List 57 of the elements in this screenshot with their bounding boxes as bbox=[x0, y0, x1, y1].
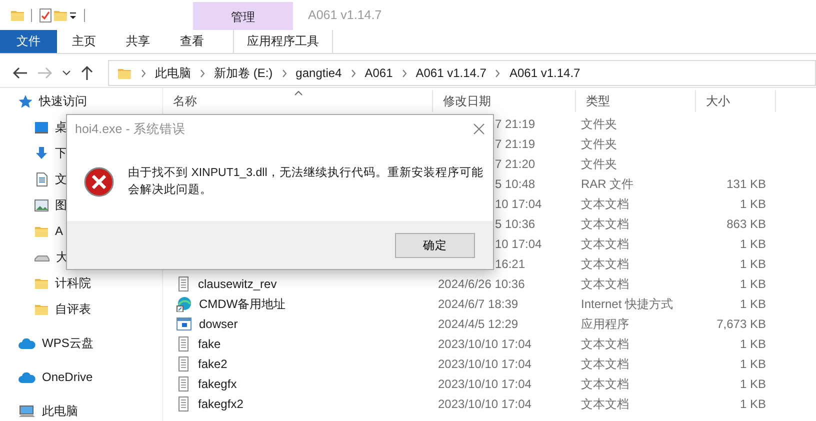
file-type: 文本文档 bbox=[581, 216, 629, 230]
modified-date: 7 21:20 bbox=[495, 157, 536, 171]
sidebar-label: 桌 bbox=[55, 118, 67, 136]
modified-date: 5 10:48 bbox=[495, 177, 536, 191]
file-type: 文本文档 bbox=[581, 336, 629, 350]
modified-date: 7 21:19 bbox=[495, 117, 536, 131]
dialog-title: hoi4.exe - 系统错误 bbox=[75, 120, 186, 138]
sidebar-label: 自评表 bbox=[55, 300, 91, 318]
file-type: 文本文档 bbox=[581, 396, 629, 410]
modified-date: 2024/6/26 10:36 bbox=[438, 277, 525, 291]
file-size: 1 KB bbox=[740, 197, 766, 211]
sidebar-label: 图 bbox=[55, 196, 67, 214]
file-size: 863 KB bbox=[726, 217, 766, 231]
sidebar-label: 下 bbox=[55, 144, 67, 162]
file-size: 1 KB bbox=[740, 277, 766, 291]
modified-date: 2023/10/10 17:04 bbox=[438, 357, 532, 371]
file-type: 文件夹 bbox=[581, 136, 617, 150]
sidebar-label: 此电脑 bbox=[42, 402, 78, 420]
file-size: 1 KB bbox=[740, 397, 766, 411]
file-size: 1 KB bbox=[740, 297, 766, 311]
file-size: 131 KB bbox=[726, 177, 766, 191]
file-size: 7,673 KB bbox=[716, 317, 766, 331]
modified-date: 10 17:04 bbox=[495, 197, 542, 211]
file-type: 文本文档 bbox=[581, 276, 629, 290]
modified-date: 2023/10/10 17:04 bbox=[438, 397, 532, 411]
modified-date: 2024/6/7 18:39 bbox=[438, 297, 518, 311]
sidebar-label: OneDrive bbox=[42, 370, 93, 384]
context-tab-group: 管理 bbox=[193, 2, 293, 30]
sidebar-label: 计科院 bbox=[55, 274, 91, 292]
modified-date: 5 10:36 bbox=[495, 217, 536, 231]
modified-date: 2023/10/10 17:04 bbox=[438, 377, 532, 391]
sidebar-label: 快速访问 bbox=[39, 92, 87, 110]
file-type: 文本文档 bbox=[581, 356, 629, 370]
window-title: A061 v1.14.7 bbox=[308, 8, 382, 22]
modified-date: 10 17:04 bbox=[495, 237, 542, 251]
modified-date: 7 21:19 bbox=[495, 137, 536, 151]
file-type: RAR 文件 bbox=[581, 176, 634, 190]
file-size: 1 KB bbox=[740, 237, 766, 251]
modified-date: 2023/10/10 17:04 bbox=[438, 337, 532, 351]
file-type: 应用程序 bbox=[581, 316, 629, 330]
file-type: 文本文档 bbox=[581, 256, 629, 270]
modified-date: 2024/4/5 12:29 bbox=[438, 317, 518, 331]
file-type: 文件夹 bbox=[581, 156, 617, 170]
file-size: 1 KB bbox=[740, 337, 766, 351]
error-message: 由于找不到 XINPUT1_3.dll，无法继续执行代码。重新安装程序可能会解决此问题。 bbox=[128, 165, 484, 198]
file-size: 1 KB bbox=[740, 377, 766, 391]
sidebar-label: A bbox=[55, 224, 64, 238]
sidebar-label: 文 bbox=[55, 170, 67, 188]
file-type: 文本文档 bbox=[581, 376, 629, 390]
file-type: 文本文档 bbox=[581, 236, 629, 250]
file-type: 文件夹 bbox=[581, 116, 617, 130]
file-size: 1 KB bbox=[740, 357, 766, 371]
modified-date: 16:21 bbox=[495, 257, 526, 271]
file-size: 1 KB bbox=[740, 257, 766, 271]
sidebar-label: WPS云盘 bbox=[42, 334, 94, 352]
file-type: 文本文档 bbox=[581, 196, 629, 210]
file-type: Internet 快捷方式 bbox=[581, 296, 674, 310]
